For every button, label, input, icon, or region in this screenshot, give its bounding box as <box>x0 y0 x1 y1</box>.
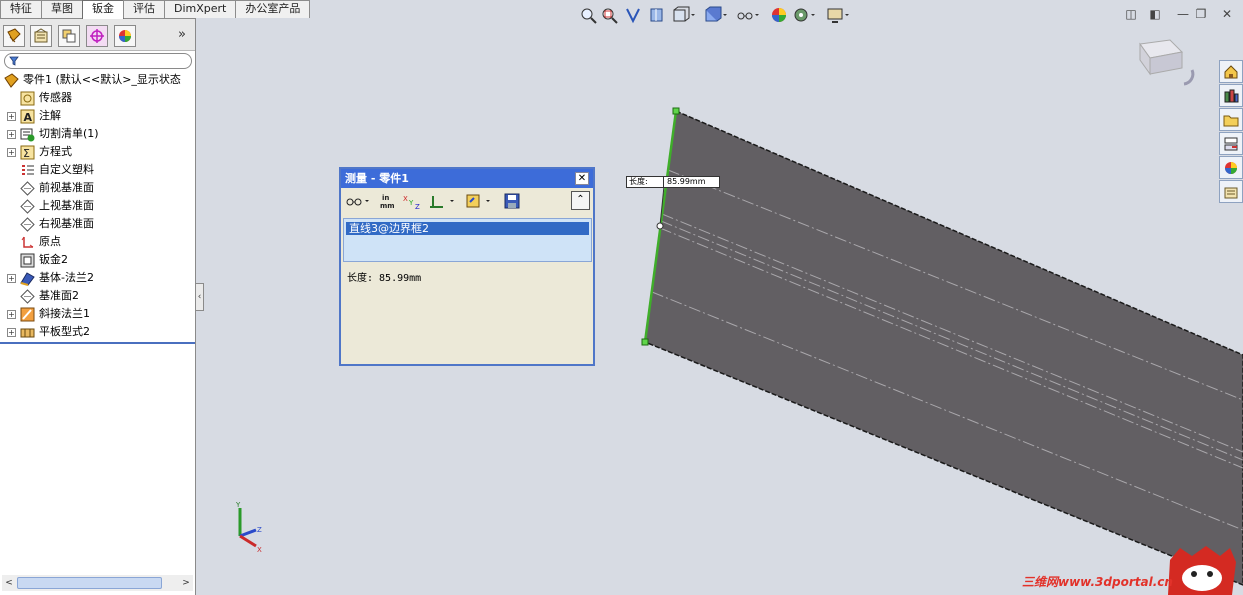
command-manager-tabs: 特征 草图 钣金 评估 DimXpert 办公室产品 <box>0 0 311 19</box>
tile-vertical-button[interactable]: ◧ <box>1147 6 1163 22</box>
measure-result: 长度: 85.99mm <box>347 273 422 284</box>
watermark-mascot <box>1168 546 1236 595</box>
tab-0[interactable]: 特征 <box>0 0 42 18</box>
zoom-area-icon <box>602 8 618 24</box>
custom-properties-tab[interactable] <box>1219 180 1243 203</box>
appearance-globe-icon <box>1225 161 1237 174</box>
save-measurement-button[interactable] <box>503 191 521 211</box>
tab-4[interactable]: DimXpert <box>164 0 237 18</box>
palette-icon <box>1224 137 1238 150</box>
tab-1[interactable]: 草图 <box>41 0 83 18</box>
coordinate-triad: Y Z X <box>235 501 262 554</box>
restore-button[interactable]: ❐ <box>1193 6 1209 22</box>
triad-z-label: Z <box>257 526 262 534</box>
view-settings-button[interactable] <box>826 5 849 25</box>
dialog-close-button[interactable]: ✕ <box>575 172 589 185</box>
monitor-icon <box>827 8 849 23</box>
length-callout[interactable]: 长度: 85.99mm <box>626 176 720 188</box>
design-library-tab[interactable] <box>1219 84 1243 107</box>
svg-text:Z: Z <box>415 203 420 209</box>
point-to-point-button[interactable] <box>429 191 457 211</box>
tile-horizontal-button[interactable]: ◫ <box>1123 6 1139 22</box>
appearances-tab[interactable] <box>1219 156 1243 179</box>
zoom-fit-icon <box>581 8 597 24</box>
scene-icon <box>794 8 815 22</box>
coordinate-system-button[interactable] <box>465 191 493 211</box>
collapse-results-button[interactable]: ⌃ <box>571 191 590 210</box>
measure-dialog: 测量 - 零件1 ✕ in mm XYZ ⌃ 直线3@边界框2 长度: 85.99… <box>339 167 595 366</box>
view-orientation-icon <box>673 6 695 22</box>
view-palette-tab[interactable] <box>1219 132 1243 155</box>
view-orientation-cube-icon[interactable] <box>1139 39 1195 86</box>
tab-5[interactable]: 办公室产品 <box>235 0 311 18</box>
selection-list[interactable]: 直线3@边界框2 <box>343 218 592 262</box>
close-button[interactable]: ✕ <box>1219 6 1235 22</box>
library-icon <box>1224 89 1239 102</box>
hide-show-items-button[interactable] <box>736 5 759 25</box>
sheet-metal-face[interactable] <box>644 109 1243 586</box>
svg-text:X: X <box>403 195 408 203</box>
zoom-to-fit-button[interactable] <box>580 5 598 25</box>
show-xyz-button[interactable]: XYZ <box>403 191 423 211</box>
measure-toolbar: in mm XYZ ⌃ <box>343 190 591 212</box>
display-style-button[interactable] <box>704 5 727 25</box>
edit-appearance-button[interactable] <box>770 5 788 25</box>
triad-x-label: X <box>257 546 262 554</box>
apply-scene-button[interactable] <box>792 5 815 25</box>
file-explorer-tab[interactable] <box>1219 108 1243 131</box>
arc-circle-measure-button[interactable] <box>345 191 371 211</box>
svg-text:mm: mm <box>380 202 395 209</box>
edge-endpoint-handle[interactable] <box>672 107 680 115</box>
arc-measure-icon <box>346 198 369 206</box>
section-view-button[interactable] <box>648 5 666 25</box>
axis-icon <box>430 196 454 208</box>
dialog-title[interactable]: 测量 - 零件1 <box>341 169 593 188</box>
tab-3[interactable]: 评估 <box>123 0 165 18</box>
triad-y-label: Y <box>235 501 241 509</box>
save-icon <box>504 193 520 209</box>
callout-label: 长度: <box>629 177 648 186</box>
folder-icon <box>1223 115 1239 126</box>
xyz-icon: XYZ <box>403 195 420 209</box>
tab-2[interactable]: 钣金 <box>82 0 124 19</box>
svg-text:Y: Y <box>408 199 414 207</box>
display-style-icon <box>705 6 727 22</box>
resources-tab[interactable] <box>1219 60 1243 83</box>
view-orientation-button[interactable] <box>672 5 695 25</box>
watermark-text: 三维网www.3dportal.cn <box>1022 575 1173 589</box>
callout-separator <box>663 177 664 187</box>
edge-endpoint-handle[interactable] <box>641 338 649 346</box>
section-view-icon <box>650 8 663 22</box>
minimize-button[interactable]: — <box>1175 6 1191 22</box>
glasses-icon <box>737 12 759 20</box>
units-precision-button[interactable]: in mm <box>379 191 399 211</box>
appearance-ball-icon <box>772 8 786 22</box>
svg-text:in: in <box>382 194 389 202</box>
callout-value: 85.99mm <box>667 177 706 186</box>
selected-entity[interactable]: 直线3@边界框2 <box>346 222 589 235</box>
home-icon <box>1224 64 1238 78</box>
previous-view-button[interactable] <box>624 5 642 25</box>
previous-view-icon <box>626 8 640 24</box>
units-icon: inmm <box>380 194 395 209</box>
zoom-to-area-button[interactable] <box>601 5 619 25</box>
edge-midpoint-handle[interactable] <box>656 222 664 230</box>
properties-icon <box>1224 187 1238 198</box>
graphics-area[interactable]: Y Z X <box>0 0 1243 595</box>
clipboard-icon <box>466 194 490 208</box>
